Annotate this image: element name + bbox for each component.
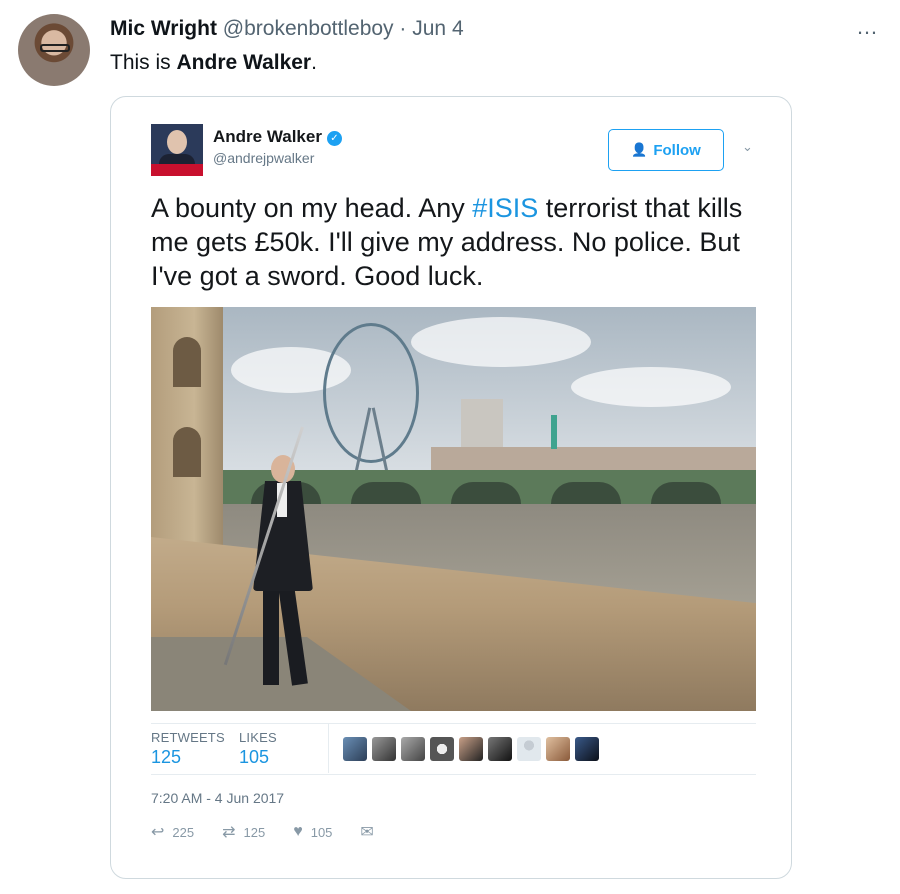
person-leg (278, 584, 308, 686)
follow-button: 👤 Follow (608, 129, 724, 171)
header-separator: · (399, 17, 407, 40)
quoted-text: A bounty on my head. Any #ISIS terrorist… (151, 191, 771, 293)
quoted-avatar (151, 124, 203, 176)
tweet-text-suffix: . (311, 51, 317, 74)
like-action: ♥ 105 (293, 823, 332, 841)
verified-icon: ✓ (326, 131, 342, 146)
action-bar: ↩ 225 ⇄ 125 ♥ 105 ✉ (151, 822, 402, 842)
message-action: ✉ (360, 822, 373, 842)
like-count: 105 (310, 824, 333, 840)
retweet-icon: ⇄ (222, 824, 236, 841)
bridge-arch (451, 482, 521, 504)
liker-avatar (372, 737, 396, 761)
photo-cloud (571, 367, 731, 407)
heart-icon: ♥ (293, 823, 303, 840)
tweet-photo (151, 307, 756, 711)
embedded-screenshot[interactable]: Andre Walker ✓ @andrejpwalker 👤 Follow ⌄ … (110, 96, 792, 879)
author-name[interactable]: Mic Wright (110, 17, 217, 40)
tweet-text-bold: Andre Walker (176, 51, 312, 74)
retweet-action: ⇄ 125 (222, 822, 265, 842)
tweet-text-prefix: This is (110, 51, 177, 74)
retweet-count: 125 (243, 824, 266, 840)
quoted-name-text: Andre Walker (213, 127, 322, 146)
liker-avatar (575, 737, 599, 761)
retweets-value: 125 (151, 747, 182, 767)
stats-separator (328, 723, 329, 773)
message-icon: ✉ (360, 824, 374, 841)
liker-avatar (459, 737, 483, 761)
author-handle[interactable]: @brokenbottleboy (223, 17, 394, 40)
tweet-container: Mic Wright @brokenbottleboy · Jun 4 … Th… (0, 0, 900, 894)
avatar-strip (151, 164, 203, 176)
quoted-text-before: A bounty on my head. Any (151, 193, 473, 223)
photo-spire (551, 415, 557, 449)
liker-avatar (546, 737, 570, 761)
follow-label: Follow (653, 141, 701, 159)
tower-window (173, 427, 201, 477)
bridge-arch (651, 482, 721, 504)
more-options-icon[interactable]: … (856, 14, 879, 40)
author-avatar[interactable] (18, 14, 90, 86)
likes-value: 105 (239, 747, 270, 767)
bridge-arch (351, 482, 421, 504)
tweet-text: This is Andre Walker. (110, 50, 317, 76)
liker-avatar (401, 737, 425, 761)
person-leg (263, 585, 279, 685)
quoted-name: Andre Walker ✓ (213, 127, 342, 147)
retweets-label: RETWEETS (151, 730, 225, 745)
liker-avatar (430, 737, 454, 761)
chevron-down-icon: ⌄ (742, 139, 753, 154)
divider (151, 774, 756, 775)
reply-icon: ↩ (151, 824, 165, 841)
divider (151, 723, 756, 724)
tower-window (173, 337, 201, 387)
liker-avatars (343, 737, 599, 761)
hashtag-link: #ISIS (472, 193, 539, 223)
reply-count: 225 (172, 824, 195, 840)
avatar-face (167, 130, 187, 154)
liker-avatar (343, 737, 367, 761)
photo-london-eye (323, 323, 419, 463)
quoted-handle: @andrejpwalker (213, 150, 315, 166)
liker-avatar (488, 737, 512, 761)
photo-tower (151, 307, 223, 547)
add-user-icon: 👤 (631, 142, 648, 157)
tweet-date[interactable]: Jun 4 (412, 17, 463, 40)
likes-label: LIKES (239, 730, 277, 745)
reply-action: ↩ 225 (151, 822, 194, 842)
avatar-glasses (40, 44, 70, 52)
bridge-arch (551, 482, 621, 504)
liker-avatar (517, 737, 541, 761)
quoted-timestamp: 7:20 AM - 4 Jun 2017 (151, 790, 285, 806)
tweet-header: Mic Wright @brokenbottleboy · Jun 4 (110, 17, 464, 41)
photo-cloud (411, 317, 591, 367)
